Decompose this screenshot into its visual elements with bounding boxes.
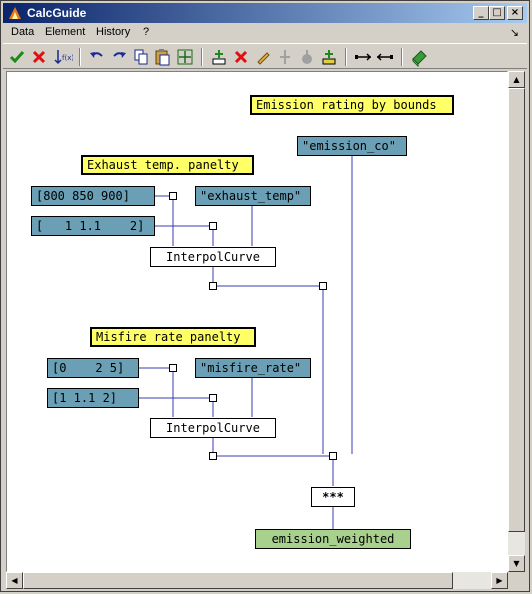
port-misfire-bounds[interactable] (169, 364, 177, 372)
split-icon[interactable] (275, 47, 295, 67)
delete-element-icon[interactable] (231, 47, 251, 67)
cross-icon[interactable] (29, 47, 49, 67)
add-element-icon[interactable] (209, 47, 229, 67)
input-misfire-bounds[interactable]: [0 2 5] (47, 358, 139, 378)
connection-wires (139, 155, 353, 529)
function-interpol-curve-2[interactable]: InterpolCurve (150, 418, 276, 438)
pin-icon[interactable]: ↘ (510, 26, 519, 39)
vertical-scrollbar[interactable]: ▲ ▼ (508, 71, 525, 572)
redo-icon[interactable] (109, 47, 129, 67)
horizontal-scroll-thumb[interactable] (23, 572, 453, 589)
function-multiply[interactable]: *** (311, 487, 355, 507)
book-icon[interactable] (409, 47, 429, 67)
input-exhaust-factors[interactable]: [ 1 1.1 2] (31, 216, 155, 236)
sort-fx-icon[interactable]: f(x) (53, 47, 73, 67)
menu-bar: Data Element History ? ↘ (3, 24, 527, 42)
port-exhaust-bounds[interactable] (169, 192, 177, 200)
undo-icon[interactable] (87, 47, 107, 67)
scroll-left-button[interactable]: ◀ (6, 572, 23, 589)
scrollbar-corner (508, 572, 525, 589)
port-exhaust-factors[interactable] (209, 222, 217, 230)
scroll-down-button[interactable]: ▼ (508, 555, 525, 572)
wire-interpol1-out (212, 267, 323, 287)
vertical-scroll-thumb[interactable] (508, 88, 525, 532)
note-misfire-penalty[interactable]: Misfire rate panelty (90, 327, 256, 347)
paste-icon[interactable] (153, 47, 173, 67)
horizontal-scrollbar[interactable]: ◀ ▶ (6, 572, 508, 589)
edit-icon[interactable] (253, 47, 273, 67)
port-multiply-in-1[interactable] (319, 282, 327, 290)
input-exhaust-temp[interactable]: "exhaust_temp" (195, 186, 311, 206)
function-interpol-curve-1[interactable]: InterpolCurve (150, 247, 276, 267)
fit-icon[interactable] (175, 47, 195, 67)
close-button[interactable]: × (507, 6, 523, 20)
port-multiply-in-2[interactable] (329, 452, 337, 460)
maximize-button[interactable]: □ (489, 6, 505, 20)
toolbar: f(x) (3, 43, 527, 69)
input-emission-co[interactable]: "emission_co" (297, 136, 407, 156)
merge-icon[interactable] (297, 47, 317, 67)
svg-text:f(x): f(x) (62, 54, 73, 62)
minimize-button[interactable]: _ (473, 6, 489, 20)
copy-icon[interactable] (131, 47, 151, 67)
port-interpol1-out[interactable] (209, 282, 217, 290)
menu-data[interactable]: Data (11, 26, 34, 38)
window-title: CalcGuide (27, 6, 87, 20)
output-emission-weighted[interactable]: emission_weighted (255, 529, 411, 549)
scroll-up-button[interactable]: ▲ (508, 71, 525, 88)
scroll-right-button[interactable]: ▶ (491, 572, 508, 589)
input-misfire-rate[interactable]: "misfire_rate" (195, 358, 311, 378)
app-logo-icon (9, 7, 21, 19)
diagram-canvas[interactable]: Emission rating by bounds Exhaust temp. … (6, 71, 508, 572)
input-misfire-factors[interactable]: [1 1.1 2] (47, 388, 139, 408)
app-window: CalcGuide _ □ × Data Element History ? ↘… (0, 0, 530, 592)
input-exhaust-bounds[interactable]: [800 850 900] (31, 186, 155, 206)
menu-help[interactable]: ? (143, 26, 149, 38)
menu-history[interactable]: History (96, 26, 130, 38)
wire-interpol2-out (212, 438, 333, 457)
collapse-icon[interactable] (375, 47, 395, 67)
add-below-icon[interactable] (319, 47, 339, 67)
check-icon[interactable] (7, 47, 27, 67)
port-interpol2-out[interactable] (209, 452, 217, 460)
note-emission-rating[interactable]: Emission rating by bounds (250, 95, 454, 115)
title-bar[interactable]: CalcGuide _ □ × (3, 3, 527, 23)
expand-icon[interactable] (353, 47, 373, 67)
note-exhaust-penalty[interactable]: Exhaust temp. panelty (81, 155, 254, 175)
menu-element[interactable]: Element (45, 26, 85, 38)
port-misfire-factors[interactable] (209, 394, 217, 402)
